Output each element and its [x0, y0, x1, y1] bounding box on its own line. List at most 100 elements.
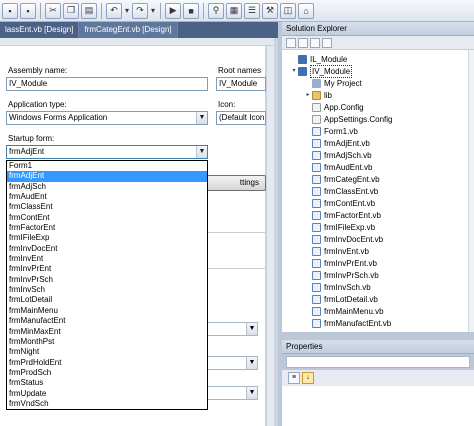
- list-item[interactable]: frmNight: [7, 347, 207, 357]
- list-item[interactable]: frmInvDocEnt: [7, 244, 207, 254]
- list-item[interactable]: frmIFileExp: [7, 233, 207, 243]
- tree-item[interactable]: AppSettings.Config: [304, 114, 393, 125]
- startup-form-select[interactable]: frmAdjEnt ▼: [6, 145, 208, 159]
- assembly-name-field[interactable]: IV_Module: [6, 77, 208, 91]
- redo-icon[interactable]: ↷: [132, 2, 149, 19]
- start-page-icon[interactable]: ⌂: [298, 2, 315, 19]
- chevron-down-icon[interactable]: ▼: [196, 112, 207, 124]
- designer-vertical-scrollbar[interactable]: [266, 46, 274, 426]
- list-item[interactable]: frmClassEnt: [7, 202, 207, 212]
- toolbox-icon[interactable]: ⚒: [262, 2, 279, 19]
- properties-object-select[interactable]: [286, 356, 470, 368]
- config-icon: [312, 115, 321, 124]
- icon-label: Icon:: [218, 100, 236, 109]
- tree-item[interactable]: frmCategEnt.vb: [304, 174, 380, 185]
- tree-item[interactable]: frmAudEnt.vb: [304, 162, 372, 173]
- my-project-icon: [312, 79, 321, 88]
- chevron-down-icon[interactable]: ▼: [246, 357, 257, 369]
- properties-icon[interactable]: [286, 37, 296, 48]
- expander-icon[interactable]: ▾: [290, 66, 298, 77]
- list-item[interactable]: frmProdSch: [7, 368, 207, 378]
- list-item[interactable]: frmAdjSch: [7, 182, 207, 192]
- list-item[interactable]: frmMinMaxEnt: [7, 327, 207, 337]
- tree-item[interactable]: frmInvDocEnt.vb: [304, 234, 383, 245]
- root-namespace-field[interactable]: IV_Module: [216, 77, 266, 91]
- hidden-combo[interactable]: ▼: [206, 322, 258, 336]
- solution-explorer-scrollbar[interactable]: [468, 50, 474, 332]
- tree-item-label: frmInvEnt.vb: [324, 247, 369, 256]
- object-browser-icon[interactable]: ◫: [280, 2, 297, 19]
- tree-item[interactable]: frmInvPrSch.vb: [304, 270, 379, 281]
- cut-icon[interactable]: ✂: [45, 2, 61, 19]
- save-icon[interactable]: ▪: [2, 2, 18, 19]
- tree-item[interactable]: frmAdjEnt.vb: [304, 138, 370, 149]
- redo-dropdown-icon[interactable]: ▾: [150, 6, 156, 15]
- chevron-down-icon[interactable]: ▼: [196, 146, 207, 158]
- list-item[interactable]: frmFactorEnt: [7, 223, 207, 233]
- expander-icon[interactable]: ▸: [304, 90, 312, 101]
- tree-item[interactable]: frmAdjSch.vb: [304, 150, 372, 161]
- chevron-down-icon[interactable]: ▼: [246, 387, 257, 399]
- tree-item-label: frmContEnt.vb: [324, 199, 376, 208]
- undo-dropdown-icon[interactable]: ▾: [124, 6, 130, 15]
- tree-item[interactable]: frmManufactEnt.vb: [304, 318, 391, 329]
- tree-item[interactable]: ▸ lib: [304, 90, 332, 101]
- list-item[interactable]: frmPrdHoldEnt: [7, 358, 207, 368]
- list-item[interactable]: frmMainMenu: [7, 306, 207, 316]
- list-item[interactable]: frmInvEnt: [7, 254, 207, 264]
- paste-icon[interactable]: ▤: [81, 2, 97, 19]
- list-item[interactable]: Form1: [7, 161, 207, 171]
- tree-item[interactable]: frmClassEnt.vb: [304, 186, 378, 197]
- hidden-combo[interactable]: ▼: [206, 386, 258, 400]
- list-item[interactable]: frmManufactEnt: [7, 316, 207, 326]
- application-type-select[interactable]: Windows Forms Application ▼: [6, 111, 208, 125]
- list-item[interactable]: frmContEnt: [7, 213, 207, 223]
- vb-form-icon: [312, 259, 321, 268]
- stop-icon[interactable]: ■: [183, 2, 200, 19]
- tree-item[interactable]: App.Config: [304, 102, 364, 113]
- list-item[interactable]: frmInvSch: [7, 285, 207, 295]
- categorized-icon[interactable]: ≡: [288, 372, 300, 384]
- icon-select[interactable]: (Default Icon: [216, 111, 266, 125]
- tree-item[interactable]: My Project: [304, 78, 362, 89]
- find-icon[interactable]: ⚲: [208, 2, 225, 19]
- tree-item[interactable]: frmInvPrEnt.vb: [304, 258, 377, 269]
- main-toolbar: ▪ ▪ ✂ ❐ ▤ ↶ ▾ ↷ ▾ ▶ ■ ⚲ ▦ ☰ ⚒ ◫ ⌂: [0, 0, 474, 22]
- list-item[interactable]: frmInvPrSch: [7, 275, 207, 285]
- toolbar-separator: [160, 2, 162, 19]
- tab-classent-design[interactable]: lassEnt.vb [Design]: [0, 22, 80, 38]
- list-item[interactable]: frmUpdate: [7, 389, 207, 399]
- tree-item[interactable]: frmInvEnt.vb: [304, 246, 369, 257]
- list-item-selected[interactable]: frmAdjEnt: [7, 171, 207, 182]
- properties-icon[interactable]: ☰: [244, 2, 261, 19]
- save-all-icon[interactable]: ▪: [20, 2, 36, 19]
- show-all-files-icon[interactable]: [298, 37, 308, 48]
- list-item[interactable]: frmVndSch: [7, 399, 207, 409]
- solution-explorer-icon[interactable]: ▦: [226, 2, 243, 19]
- tree-item[interactable]: frmContEnt.vb: [304, 198, 375, 209]
- view-code-icon[interactable]: [322, 37, 332, 48]
- tree-item[interactable]: frmIFileExp.vb: [304, 222, 375, 233]
- list-item[interactable]: frmInvPrEnt: [7, 264, 207, 274]
- vb-form-icon: [312, 175, 321, 184]
- chevron-down-icon[interactable]: ▼: [246, 323, 257, 335]
- tree-item[interactable]: frmFactorEnt.vb: [304, 210, 381, 221]
- list-item[interactable]: frmMonthPst: [7, 337, 207, 347]
- tree-item[interactable]: frmMainMenu.vb: [304, 306, 384, 317]
- tab-categent-design[interactable]: frmCategEnt.vb [Design]: [79, 22, 178, 38]
- list-item[interactable]: frmStatus: [7, 378, 207, 388]
- tree-item[interactable]: ▾ IV_Module: [290, 65, 353, 78]
- alphabetical-icon[interactable]: ↓: [302, 372, 314, 384]
- undo-icon[interactable]: ↶: [106, 2, 122, 19]
- tree-item[interactable]: frmLotDetail.vb: [304, 294, 378, 305]
- toolbar-separator: [203, 2, 205, 19]
- hidden-combo[interactable]: ▼: [206, 356, 258, 370]
- refresh-icon[interactable]: [310, 37, 320, 48]
- list-item[interactable]: frmAudEnt: [7, 192, 207, 202]
- run-icon[interactable]: ▶: [165, 2, 182, 19]
- copy-icon[interactable]: ❐: [63, 2, 79, 19]
- list-item[interactable]: frmLotDetail: [7, 295, 207, 305]
- tree-item[interactable]: IL_Module: [290, 54, 347, 65]
- tree-item[interactable]: Form1.vb: [304, 126, 358, 137]
- tree-item[interactable]: frmInvSch.vb: [304, 282, 371, 293]
